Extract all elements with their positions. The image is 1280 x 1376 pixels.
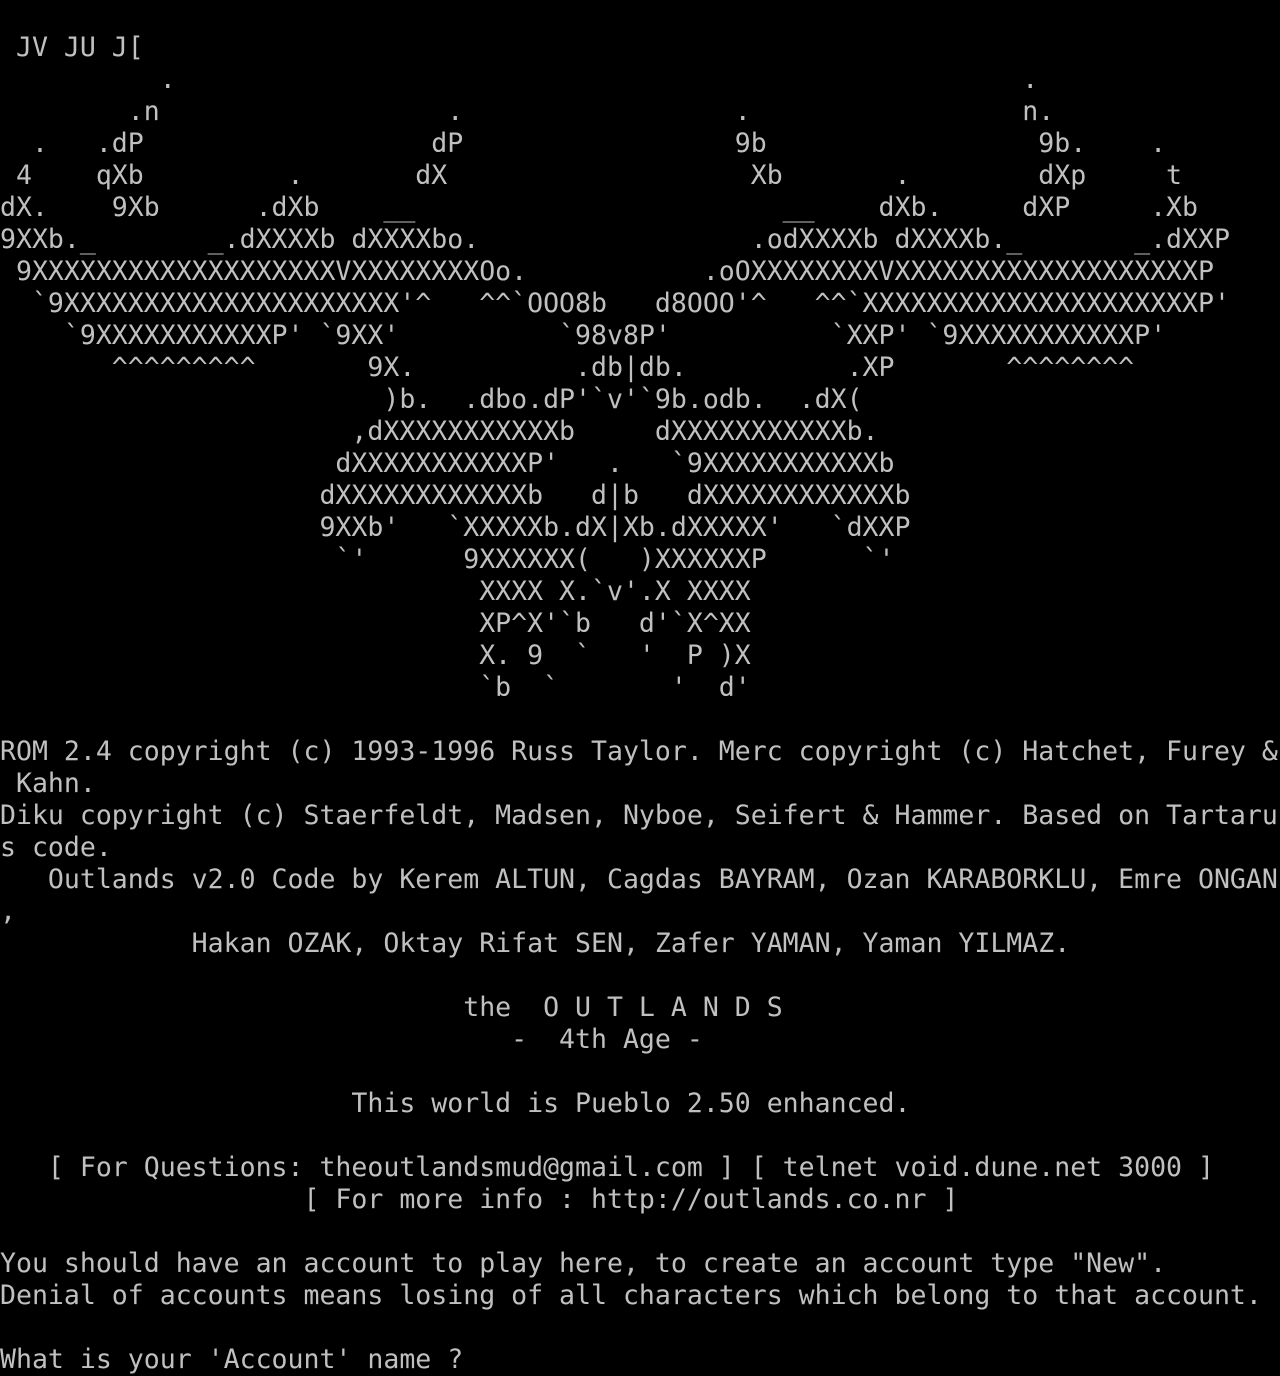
- terminal-line: dXXXXXXXXXXXP' . `9XXXXXXXXXXXb: [0, 448, 895, 479]
- terminal-line: .n . . n.: [0, 96, 1055, 127]
- terminal-line: )b. .dbo.dP'`v'`9b.odb. .dX(: [0, 384, 863, 415]
- terminal-line: dXXXXXXXXXXXXb d|b dXXXXXXXXXXXXb: [0, 480, 911, 511]
- terminal-line: `b ` ' d': [0, 672, 751, 703]
- copyright-line: s code.: [0, 832, 112, 863]
- game-title: the O U T L A N D S: [0, 992, 783, 1023]
- terminal-line: 4 qXb . dX Xb . dXp t: [0, 160, 1183, 191]
- terminal-line: 9XXb' `XXXXXb.dX|Xb.dXXXXX' `dXXP: [0, 512, 911, 543]
- game-subtitle: - 4th Age -: [0, 1024, 703, 1055]
- contact-line: [ For Questions: theoutlandsmud@gmail.co…: [0, 1152, 1214, 1183]
- credits-line: Outlands v2.0 Code by Kerem ALTUN, Cagda…: [0, 864, 1278, 895]
- terminal-line: . .dP dP 9b 9b. .: [0, 128, 1167, 159]
- info-line: [ For more info : http://outlands.co.nr …: [0, 1184, 959, 1215]
- terminal-line: dX. 9Xb .dXb __ __ dXb. dXP .Xb: [0, 192, 1198, 223]
- terminal-line: 9XXXXXXXXXXXXXXXXXXXVXXXXXXXXOo. .oOXXXX…: [0, 256, 1214, 287]
- account-notice: You should have an account to play here,…: [0, 1248, 1167, 1279]
- credits-line: Hakan OZAK, Oktay Rifat SEN, Zafer YAMAN…: [0, 928, 1071, 959]
- copyright-line: ROM 2.4 copyright (c) 1993-1996 Russ Tay…: [0, 736, 1278, 767]
- terminal-line: JV JU J[: [0, 32, 144, 63]
- terminal-line: . .: [0, 64, 1039, 95]
- terminal-line: ,dXXXXXXXXXXXb dXXXXXXXXXXXb.: [0, 416, 879, 447]
- terminal-line: ^^^^^^^^^ 9X. .db|db. .XP ^^^^^^^^: [0, 352, 1135, 383]
- pueblo-notice: This world is Pueblo 2.50 enhanced.: [0, 1088, 911, 1119]
- terminal-line: XP^X'`b d'`X^XX: [0, 608, 751, 639]
- account-prompt[interactable]: What is your 'Account' name ?: [0, 1344, 1280, 1376]
- credits-line: ,: [0, 896, 16, 927]
- terminal-line: `9XXXXXXXXXXXP' `9XX' `98v8P' `XXP' `9XX…: [0, 320, 1167, 351]
- account-notice: Denial of accounts means losing of all c…: [0, 1280, 1262, 1311]
- copyright-line: Kahn.: [0, 768, 96, 799]
- terminal-screen[interactable]: JV JU J[ . . .n . . n. . .dP dP 9b 9b. .…: [0, 32, 1280, 1376]
- terminal-line: `' 9XXXXXX( )XXXXXXP `': [0, 544, 895, 575]
- terminal-line: X. 9 ` ' P )X: [0, 640, 751, 671]
- terminal-line: XXXX X.`v'.X XXXX: [0, 576, 751, 607]
- copyright-line: Diku copyright (c) Staerfeldt, Madsen, N…: [0, 800, 1278, 831]
- terminal-line: 9XXb._ _.dXXXXb dXXXXbo. .odXXXXb dXXXXb…: [0, 224, 1230, 255]
- terminal-line: `9XXXXXXXXXXXXXXXXXXXXX'^ ^^`OOO8b d8OOO…: [0, 288, 1230, 319]
